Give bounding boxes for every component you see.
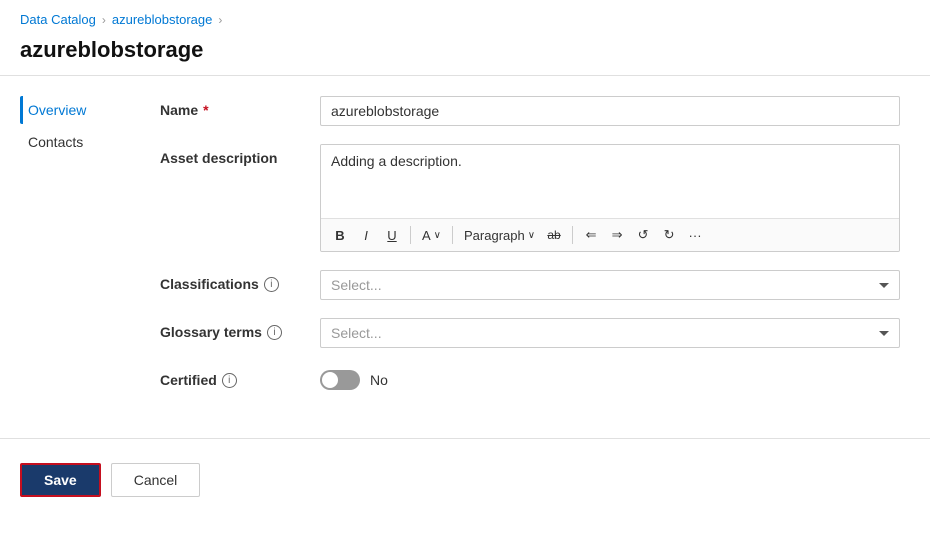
toolbar-strikethrough[interactable]: ab (543, 224, 565, 246)
toolbar-font-size[interactable]: A ∨ (418, 226, 445, 245)
toolbar-sep-1 (410, 226, 411, 244)
bottom-divider (0, 438, 930, 439)
name-control (320, 96, 900, 126)
description-label: Asset description (160, 144, 320, 166)
toolbar-italic[interactable]: I (355, 224, 377, 246)
toggle-container: No (320, 366, 900, 390)
breadcrumb: Data Catalog › azureblobstorage › (0, 0, 930, 33)
classifications-info-icon[interactable]: i (264, 277, 279, 292)
certified-value: No (370, 372, 388, 388)
description-row: Asset description Adding a description. … (160, 144, 900, 252)
footer-buttons: Save Cancel (0, 449, 930, 511)
toolbar-sep-2 (452, 226, 453, 244)
certified-row: Certified i No (160, 366, 900, 390)
classifications-dropdown[interactable]: Select... (320, 270, 900, 300)
certified-label: Certified i (160, 366, 320, 388)
name-row: Name * (160, 96, 900, 126)
content-area: Name * Asset description Adding a descri… (140, 76, 930, 428)
certified-label-text: Certified (160, 372, 217, 388)
breadcrumb-azureblobstorage[interactable]: azureblobstorage (112, 12, 212, 27)
description-control: Adding a description. B I U A ∨ Paragrap… (320, 144, 900, 252)
classifications-label-text: Classifications (160, 276, 259, 292)
toolbar-sep-3 (572, 226, 573, 244)
main-layout: Overview Contacts Name * Asset descripti… (0, 76, 930, 428)
glossary-label: Glossary terms i (160, 318, 320, 340)
certified-toggle[interactable] (320, 370, 360, 390)
classifications-control: Select... (320, 270, 900, 300)
toolbar-bold[interactable]: B (329, 224, 351, 246)
toolbar-underline[interactable]: U (381, 224, 403, 246)
toolbar-more[interactable]: ··· (684, 224, 706, 246)
toolbar-undo[interactable]: ↺ (632, 224, 654, 246)
save-button[interactable]: Save (20, 463, 101, 497)
classifications-chevron (879, 283, 889, 288)
certified-control: No (320, 366, 900, 390)
name-label: Name * (160, 96, 320, 118)
classifications-label: Classifications i (160, 270, 320, 292)
breadcrumb-sep-1: › (102, 13, 106, 27)
name-required: * (203, 102, 208, 118)
name-input[interactable] (320, 96, 900, 126)
paragraph-arrow: ∨ (528, 230, 535, 241)
description-input[interactable]: Adding a description. (321, 145, 899, 215)
breadcrumb-data-catalog[interactable]: Data Catalog (20, 12, 96, 27)
paragraph-label: Paragraph (464, 228, 525, 243)
glossary-info-icon[interactable]: i (267, 325, 282, 340)
sidebar-overview-label: Overview (28, 102, 86, 118)
glossary-chevron (879, 331, 889, 336)
font-size-arrow: ∨ (434, 230, 441, 241)
glossary-placeholder: Select... (331, 325, 382, 341)
cancel-button[interactable]: Cancel (111, 463, 201, 497)
toggle-knob (322, 372, 338, 388)
sidebar-contacts-label: Contacts (28, 134, 83, 150)
description-label-text: Asset description (160, 150, 277, 166)
glossary-dropdown[interactable]: Select... (320, 318, 900, 348)
certified-info-icon[interactable]: i (222, 373, 237, 388)
glossary-control: Select... (320, 318, 900, 348)
page-title: azureblobstorage (0, 33, 930, 75)
glossary-row: Glossary terms i Select... (160, 318, 900, 348)
classifications-placeholder: Select... (331, 277, 382, 293)
toolbar-indent-left[interactable]: ⇐ (580, 224, 602, 246)
rich-text-toolbar: B I U A ∨ Paragraph ∨ ab (321, 218, 899, 251)
sidebar-item-overview[interactable]: Overview (20, 96, 140, 124)
breadcrumb-sep-2: › (218, 13, 222, 27)
name-label-text: Name (160, 102, 198, 118)
toolbar-redo[interactable]: ↻ (658, 224, 680, 246)
glossary-label-text: Glossary terms (160, 324, 262, 340)
classifications-row: Classifications i Select... (160, 270, 900, 300)
sidebar-item-contacts[interactable]: Contacts (20, 128, 140, 156)
rich-text-area: Adding a description. B I U A ∨ Paragrap… (320, 144, 900, 252)
toolbar-paragraph[interactable]: Paragraph ∨ (460, 226, 539, 245)
font-size-label: A (422, 228, 431, 243)
sidebar: Overview Contacts (0, 76, 140, 428)
toolbar-indent-right[interactable]: ⇒ (606, 224, 628, 246)
